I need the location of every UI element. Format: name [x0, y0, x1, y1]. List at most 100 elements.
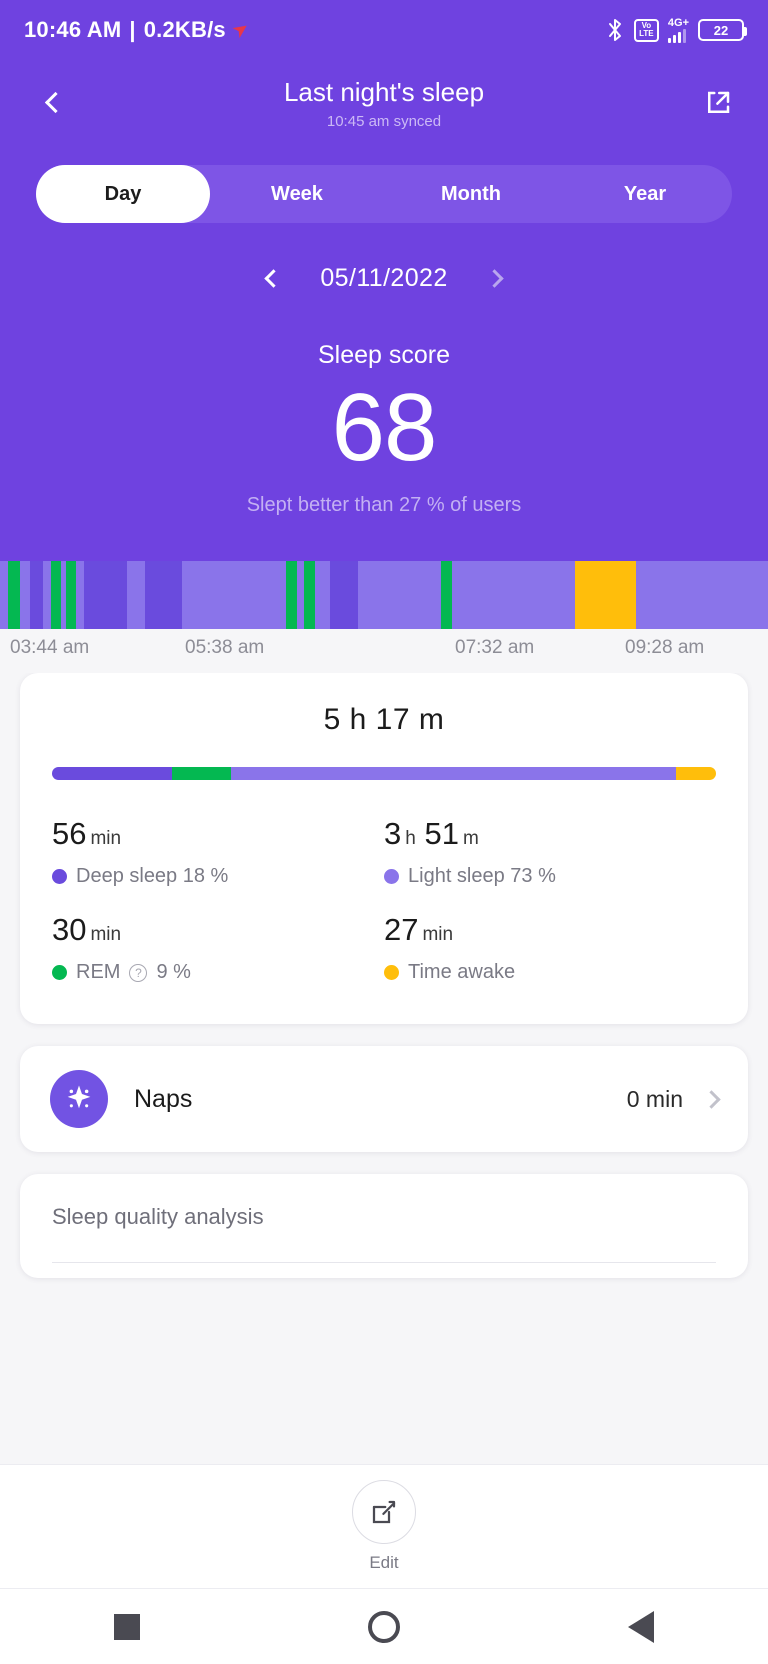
share-external-icon [708, 91, 730, 113]
sparkle-star-icon [50, 1070, 108, 1128]
upload-arrow-icon: ➤ [229, 17, 252, 42]
chevron-right-icon [485, 268, 504, 288]
hypnogram-segment [42, 561, 51, 629]
deep-sleep-unit: min [90, 828, 122, 849]
rem-dot-icon [52, 965, 67, 980]
light-sleep-dot-icon [384, 869, 399, 884]
stacked-bar-segment [231, 767, 677, 780]
share-button[interactable] [696, 81, 740, 125]
rem-number: 30 [52, 912, 87, 947]
stat-deep-sleep: 56 min Deep sleep 18 % [52, 802, 384, 898]
hypnogram-segment [65, 561, 76, 629]
hypnogram-chart[interactable] [0, 561, 768, 629]
previous-day-button[interactable] [256, 263, 286, 293]
sleep-score-label: Sleep score [317, 341, 451, 369]
stat-rem: 30 min REM ? 9 % [52, 898, 384, 994]
tab-year[interactable]: Year [558, 165, 732, 223]
edit-label: Edit [369, 1553, 399, 1572]
sleep-detail-screen: 10:46 AM | 0.2KB/s ➤ Vo LTE 4G+ 22 Last … [0, 0, 768, 1664]
edit-button[interactable] [352, 1480, 416, 1544]
hypnogram-segment [315, 561, 331, 629]
time-awake-label: Time awake [408, 961, 516, 983]
hypnogram-segment [50, 561, 61, 629]
naps-right: 0 min [627, 1086, 721, 1113]
hypnogram-segment [285, 561, 297, 629]
stat-light-sleep: 3h 51 m Light sleep 73 % [384, 802, 716, 898]
bluetooth-icon [605, 18, 625, 42]
volte-line-2: LTE [639, 29, 654, 38]
triangle-back-icon[interactable] [628, 1610, 654, 1643]
battery-icon: 22 [698, 19, 747, 41]
title-bar: Last night's sleep 10:45 am synced [0, 60, 768, 145]
deep-sleep-value: 56 min [52, 816, 384, 857]
status-bar-right: Vo LTE 4G+ 22 [605, 16, 747, 43]
hypnogram-segment [75, 561, 85, 629]
light-sleep-label: Light sleep 73 % [408, 865, 556, 887]
tab-day[interactable]: Day [36, 165, 210, 223]
hypnogram-segment [575, 561, 637, 629]
hypnogram-segment [330, 561, 358, 629]
volte-icon: Vo LTE [633, 18, 659, 42]
hypnogram-segment [357, 561, 441, 629]
circle-home-icon[interactable] [368, 1610, 400, 1643]
chevron-right-icon[interactable] [702, 1089, 721, 1109]
stacked-bar-segment [52, 767, 172, 780]
hypnogram-segment [440, 561, 452, 629]
sleep-score-block: Sleep score 68 Slept better than 27 % of… [0, 293, 768, 517]
signal-bars-glyph [667, 28, 687, 43]
sleep-stats-grid: 56 min Deep sleep 18 % 3h 51 m Light sleep… [52, 802, 716, 994]
chevron-left-icon [44, 91, 67, 114]
total-sleep-duration: 5 h 17 m [323, 703, 445, 736]
tab-week[interactable]: Week [210, 165, 384, 223]
network-type-label: 4G+ [667, 16, 689, 29]
naps-card[interactable]: Naps 0 min [20, 1046, 748, 1152]
square-recents-icon[interactable] [114, 1613, 140, 1640]
battery-level: 22 [713, 22, 729, 38]
sleep-quality-analysis-card[interactable]: Sleep quality analysis [20, 1174, 748, 1278]
naps-title: Naps [134, 1084, 193, 1113]
hypnogram-segment [84, 561, 127, 629]
rem-label-post: 9 % [156, 961, 191, 983]
rem-label-row: REM ? 9 % [52, 961, 384, 984]
light-sleep-minutes-unit: m [462, 828, 479, 849]
rem-unit: min [90, 924, 122, 945]
deep-sleep-label-row: Deep sleep 18 % [52, 865, 384, 888]
hypnogram-segment [303, 561, 315, 629]
stat-time-awake: 27 min Time awake [384, 898, 716, 994]
period-tabs: Day Week Month Year [36, 165, 732, 223]
hypnogram-segment [30, 561, 43, 629]
page-title: Last night's sleep [283, 76, 485, 107]
hypnogram-segment [20, 561, 31, 629]
time-axis-tick: 09:28 am [625, 637, 705, 658]
question-mark-icon[interactable]: ? [129, 963, 148, 982]
title-block: Last night's sleep 10:45 am synced [0, 76, 768, 130]
status-bar-left: 10:46 AM | 0.2KB/s ➤ [24, 17, 252, 43]
light-sleep-value: 3h 51 m [384, 816, 716, 857]
time-awake-dot-icon [384, 965, 399, 980]
header-spacer [0, 517, 768, 561]
hypnogram-block: 03:44 am 05:38 am 07:32 am 09:28 am [0, 561, 768, 673]
next-day-button[interactable] [482, 263, 512, 293]
hypnogram-segment [144, 561, 183, 629]
edit-pencil-square-icon [372, 1500, 396, 1524]
rem-label-pre: REM [76, 961, 121, 983]
hypnogram-segment [126, 561, 145, 629]
system-navigation-bar [0, 1588, 768, 1664]
rem-value: 30 min [52, 912, 384, 953]
status-bar: 10:46 AM | 0.2KB/s ➤ Vo LTE 4G+ 22 [0, 0, 768, 60]
stacked-bar-segment [171, 767, 232, 780]
back-button[interactable] [30, 80, 76, 126]
hypnogram-segment [8, 561, 21, 629]
purple-header: Last night's sleep 10:45 am synced Day W… [0, 60, 768, 561]
deep-sleep-label: Deep sleep 18 % [76, 865, 229, 887]
sleep-quality-title: Sleep quality analysis [52, 1204, 264, 1229]
hypnogram-segment [296, 561, 304, 629]
tab-month[interactable]: Month [384, 165, 558, 223]
network-speed: 0.2KB/s [143, 17, 226, 42]
current-date[interactable]: 05/11/2022 [320, 264, 447, 293]
sync-status: 10:45 am synced [326, 112, 442, 130]
time-axis-tick: 03:44 am [10, 637, 90, 658]
divider [52, 1262, 716, 1263]
deep-sleep-number: 56 [52, 816, 87, 851]
time-awake-unit: min [422, 924, 454, 945]
